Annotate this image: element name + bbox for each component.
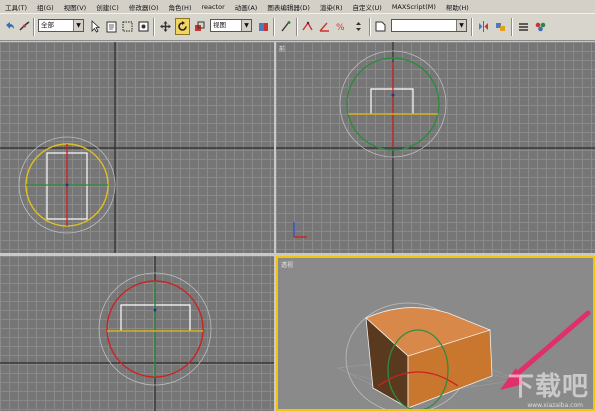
menu-bar: 工具(T) 组(G) 视图(V) 创建(C) 修改器(O) 角色(H) reac…: [0, 0, 595, 13]
named-selection-icon: [375, 21, 386, 32]
select-object-button[interactable]: [88, 18, 103, 35]
svg-text:%: %: [336, 23, 345, 33]
snaps-toggle-button[interactable]: [300, 18, 315, 35]
angle-snap-button[interactable]: [317, 18, 332, 35]
watermark-logo: 下载吧: [507, 372, 589, 402]
layer-manager-button[interactable]: [516, 18, 531, 35]
menu-views[interactable]: 视图(V): [59, 2, 92, 12]
menu-maxscript[interactable]: MAXScript(M): [387, 3, 441, 11]
snap-icon: [302, 21, 313, 31]
angle-snap-icon: [319, 22, 329, 32]
left-view-scene: [0, 256, 274, 411]
toolbar-separator: [153, 18, 155, 36]
toolbar-separator: [369, 18, 371, 36]
spinner-snap-icon: [356, 22, 361, 31]
main-toolbar: 全部 ▼ 视图 ▼ % ▼: [0, 13, 595, 41]
rectangular-selection-button[interactable]: [120, 18, 135, 35]
viewport-front[interactable]: 前: [276, 42, 595, 253]
menu-graph-editors[interactable]: 图表编辑器(D): [262, 2, 315, 12]
select-and-rotate-button[interactable]: [175, 18, 190, 35]
named-selection-dropdown[interactable]: ▼: [391, 19, 467, 32]
max-application-window: 工具(T) 组(G) 视图(V) 创建(C) 修改器(O) 角色(H) reac…: [0, 0, 595, 411]
viewport-top[interactable]: [0, 42, 274, 253]
menu-reactor[interactable]: reactor: [196, 3, 229, 11]
toolbar-separator: [33, 18, 35, 36]
viewport-left[interactable]: [0, 256, 274, 411]
mirror-button[interactable]: [476, 18, 491, 35]
menu-group[interactable]: 组(G): [32, 2, 59, 12]
undo-icon: [6, 22, 14, 29]
material-editor-button[interactable]: [533, 18, 548, 35]
toolbar-separator: [471, 18, 473, 36]
undo-button[interactable]: [2, 18, 17, 35]
selection-region-icon: [122, 21, 133, 32]
chevron-down-icon: ▼: [456, 20, 466, 31]
pivot-point: [153, 308, 157, 312]
align-button[interactable]: [493, 18, 508, 35]
mirror-icon: [479, 21, 488, 32]
pivot-center-button[interactable]: [256, 18, 271, 35]
selection-filter-dropdown[interactable]: 全部 ▼: [38, 19, 84, 32]
menu-animation[interactable]: 动画(A): [230, 2, 263, 12]
percent-snap-icon: %: [336, 23, 345, 33]
percent-snap-button[interactable]: %: [334, 18, 349, 35]
menu-modifiers[interactable]: 修改器(O): [124, 2, 164, 12]
edit-named-selection-button[interactable]: [373, 18, 388, 35]
chevron-down-icon: ▼: [73, 20, 83, 31]
spinner-snap-button[interactable]: [351, 18, 366, 35]
pivot-point: [391, 93, 395, 97]
toolbar-separator: [511, 18, 513, 36]
menu-character[interactable]: 角色(H): [164, 2, 197, 12]
material-editor-icon: [535, 22, 546, 32]
select-and-scale-button[interactable]: [192, 18, 207, 35]
menu-tools[interactable]: 工具(T): [0, 2, 32, 12]
reference-coordinate-value: 视图: [213, 21, 226, 29]
menu-customize[interactable]: 自定义(U): [347, 2, 386, 12]
select-and-move-button[interactable]: [158, 18, 173, 35]
window-crossing-icon: [138, 21, 149, 32]
select-by-name-button[interactable]: [104, 18, 119, 35]
select-and-manipulate-button[interactable]: [278, 18, 293, 35]
menu-rendering[interactable]: 渲染(R): [315, 2, 348, 12]
viewport-perspective[interactable]: 透视 下载吧 www.xiazaiba.com: [276, 256, 595, 411]
pivot-center-icon: [259, 23, 268, 31]
select-by-name-icon: [106, 21, 117, 33]
pivot-point: [65, 183, 69, 187]
watermark-url: www.xiazaiba.com: [527, 402, 583, 409]
reference-coordinate-dropdown[interactable]: 视图 ▼: [210, 19, 252, 32]
front-view-scene: [276, 42, 595, 253]
box-object-outline: [370, 88, 414, 114]
toolbar-separator: [296, 18, 298, 36]
toolbar-separator: [273, 18, 275, 36]
move-icon: [160, 21, 171, 32]
link-icon: [19, 21, 30, 31]
rotate-icon: [178, 21, 187, 31]
scale-icon: [195, 21, 205, 31]
chevron-down-icon: ▼: [241, 20, 251, 31]
select-and-link-button[interactable]: [17, 18, 32, 35]
window-crossing-button[interactable]: [136, 18, 151, 35]
layers-icon: [519, 23, 528, 31]
align-icon: [496, 23, 505, 31]
cursor-arrow-icon: [91, 20, 101, 33]
menu-help[interactable]: 帮助(H): [441, 2, 474, 12]
top-view-scene: [0, 42, 274, 253]
selection-filter-value: 全部: [41, 21, 54, 29]
menu-create[interactable]: 创建(C): [91, 2, 124, 12]
manipulate-icon: [281, 21, 291, 32]
